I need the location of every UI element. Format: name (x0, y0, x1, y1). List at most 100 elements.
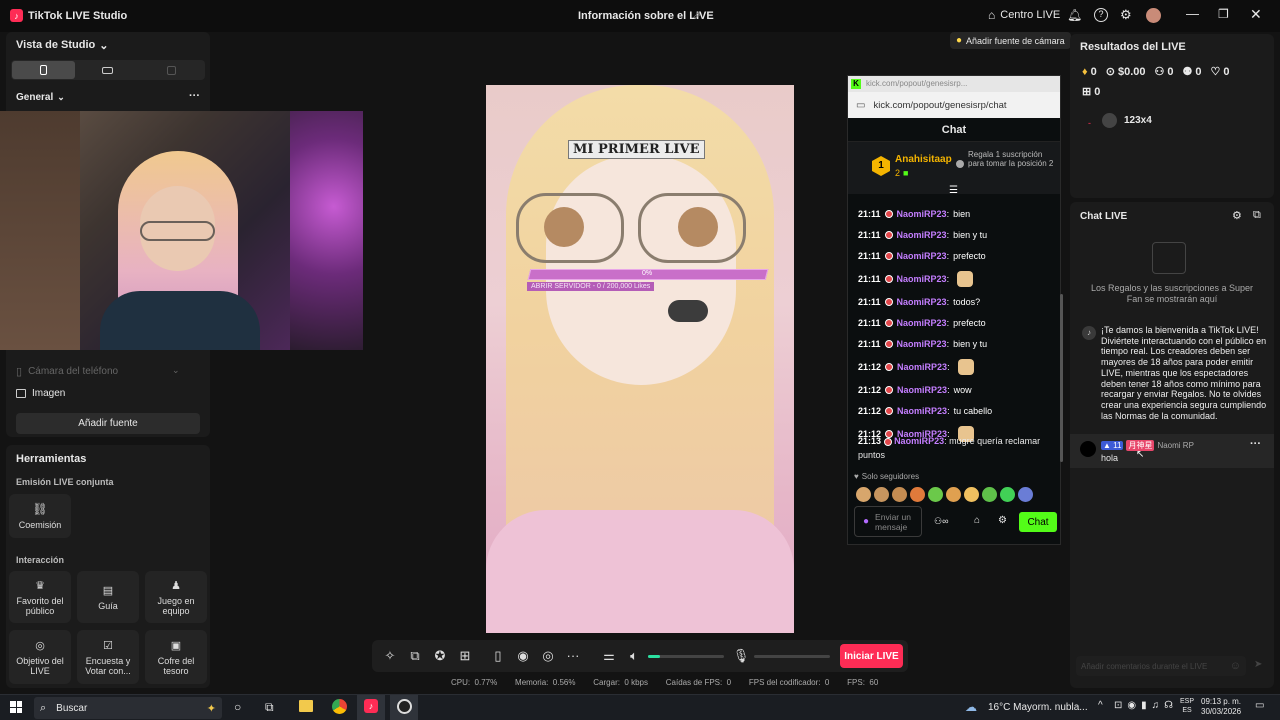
add-source-button[interactable]: Añadir fuente (16, 413, 200, 434)
tool-team-game[interactable]: ♟ Juego en equipo (145, 571, 207, 623)
studio-view-dropdown[interactable]: Vista de Studio ⌄ (16, 39, 108, 52)
tool-label: Cofre del tesoro (157, 655, 195, 676)
send-icon[interactable]: ➤ (1254, 659, 1262, 670)
tool-poll[interactable]: ☑ Encuesta y Votar con... (77, 630, 139, 684)
task-view-icon[interactable]: ⧉ (265, 700, 274, 715)
chat-user[interactable]: NaomiRP23 (897, 250, 947, 262)
camera-switch-icon[interactable]: ◎ (540, 648, 556, 664)
taskbar-search[interactable]: ⌕ Buscar ✦ (34, 697, 222, 719)
emote-icon[interactable] (1000, 487, 1015, 502)
chat-user[interactable]: NaomiRP23 (897, 296, 947, 308)
maximize-icon[interactable]: ❐ (1218, 7, 1229, 21)
weather-text[interactable]: 16°C Mayorm. nubla... (988, 702, 1088, 713)
phone-preview-icon[interactable]: ▯ (490, 648, 506, 664)
magic-wand-icon[interactable]: ✧ (382, 648, 398, 664)
chat-user[interactable]: NaomiRP23 (897, 384, 947, 396)
emote-icon[interactable] (946, 487, 961, 502)
collapse-lines-icon[interactable]: ☰ (949, 185, 958, 196)
store-icon[interactable]: ⌂ (974, 515, 980, 526)
source-image[interactable]: Imagen (16, 388, 65, 399)
more-icon[interactable]: ··· (565, 647, 581, 663)
settings-gear-icon[interactable]: ⚙ (1120, 7, 1132, 23)
emote-icon[interactable] (856, 487, 871, 502)
fan-icon: ♛ (35, 579, 45, 592)
source-phone-camera[interactable]: ▯ Cámara del teléfono (16, 365, 118, 378)
webcam-preview[interactable] (0, 111, 363, 350)
kick-message-input[interactable]: ● Enviar un mensaje (854, 506, 922, 537)
chat-user[interactable]: NaomiRP23 (897, 405, 947, 417)
comment-input[interactable]: Añadir comentarios durante el LIVE ☺ (1076, 656, 1246, 676)
microphone-icon[interactable]: 🎙︎ (733, 648, 750, 664)
emote-icon[interactable] (964, 487, 979, 502)
chat-user[interactable]: NaomiRP23 (897, 273, 947, 285)
emote-icon[interactable] (928, 487, 943, 502)
chrome-icon[interactable] (332, 699, 347, 714)
language-indicator[interactable]: ESP ES (1180, 697, 1194, 715)
mic-volume-slider[interactable] (754, 655, 830, 658)
chevron-up-icon[interactable]: ^ (1098, 700, 1103, 711)
chat-user[interactable]: NaomiRP23 (897, 361, 947, 373)
landscape-tab[interactable] (76, 61, 139, 79)
emote-icon[interactable] (874, 487, 889, 502)
chevron-down-icon[interactable]: ⌄ (172, 365, 180, 376)
audio-mixer-icon[interactable]: ⚌ (601, 648, 617, 664)
tool-live-goal[interactable]: ◎ Objetivo del LIVE (9, 630, 71, 684)
tool-treasure[interactable]: ▣ Cofre del tesoro (145, 630, 207, 684)
coemission-button[interactable]: ⛓ Coemisión (9, 494, 71, 538)
emoji-icon[interactable]: ☺ (1230, 660, 1241, 672)
centro-live-button[interactable]: ⌂ Centro LIVE (988, 8, 1060, 22)
top-user-name[interactable]: 123x4 (1124, 115, 1152, 126)
emote-icon[interactable] (892, 487, 907, 502)
tiktok-studio-taskbar-item[interactable]: ♪ (357, 695, 385, 720)
minimize-icon[interactable]: — (1186, 6, 1199, 21)
chat-user[interactable]: NaomiRP23 (897, 208, 947, 220)
pinned-user[interactable]: Anahisitaap (895, 154, 952, 165)
users-icon[interactable]: ⚇∞ (934, 516, 948, 527)
notifications-icon[interactable]: ▭ (1255, 700, 1264, 711)
chat-user[interactable]: NaomiRP23 (897, 229, 947, 241)
kick-scrollbar[interactable] (1060, 294, 1063, 462)
background-light (290, 111, 363, 350)
emote-icon[interactable] (1018, 487, 1033, 502)
chat-user[interactable]: NaomiRP23 (894, 436, 944, 446)
emote-icon[interactable] (982, 487, 997, 502)
emote-icon[interactable] (910, 487, 925, 502)
kick-chat-send-button[interactable]: Chat (1019, 512, 1057, 532)
file-explorer-icon[interactable] (299, 700, 313, 712)
tool-guide[interactable]: ▤ Guía (77, 571, 139, 623)
tray-icons[interactable]: ⊡◉▮♫☊ (1114, 700, 1178, 711)
chat-user[interactable]: NaomiRP23 (897, 338, 947, 350)
settings-icon[interactable]: ⚙ (998, 515, 1007, 526)
bell-icon[interactable]: 🔔︎ (1067, 8, 1082, 22)
start-live-button[interactable]: Iniciar LIVE (840, 644, 903, 668)
windows-start-icon[interactable] (10, 701, 22, 713)
chat-message-row[interactable]: ▲ 11 月神星 Naomi RP hola ··· ↖ (1070, 434, 1274, 468)
volume-slider[interactable] (648, 655, 724, 658)
speaker-icon[interactable]: 🔈︎ (626, 648, 642, 664)
sticker-icon[interactable]: ✪ (432, 648, 448, 664)
obs-taskbar-item[interactable] (390, 695, 418, 720)
dual-tab[interactable] (140, 61, 203, 79)
add-layer-icon[interactable]: ⊞ (457, 648, 473, 664)
avatar[interactable] (1146, 8, 1161, 23)
more-options-icon[interactable]: ··· (1250, 438, 1261, 450)
record-icon[interactable]: ◉ (515, 648, 531, 664)
effects-icon[interactable]: ⧉ (407, 648, 423, 664)
tool-fan-favorite[interactable]: ♛ Favorito del público (9, 571, 71, 623)
stream-canvas[interactable]: MI PRIMER LIVE 0% ABRIR SERVIDOR - 0 / 2… (486, 85, 794, 633)
general-section-header[interactable]: General ⌄ (16, 92, 65, 103)
add-camera-source-button[interactable]: ● Añadir fuente de cámara (950, 32, 1071, 49)
chat-username[interactable]: Naomi RP (1157, 441, 1193, 450)
help-icon[interactable]: ? (1094, 8, 1108, 22)
more-options-icon[interactable]: ··· (189, 90, 200, 102)
share-icon[interactable]: ⇗ (692, 9, 701, 22)
chat-user[interactable]: NaomiRP23 (897, 317, 947, 329)
cortana-icon[interactable]: ○ (234, 700, 241, 714)
portrait-tab[interactable] (12, 61, 75, 79)
close-icon[interactable]: ✕ (1250, 6, 1262, 23)
kick-address-bar[interactable]: ▭ kick.com/popout/genesisrp/chat (848, 92, 1060, 118)
settings-gear-icon[interactable]: ⚙ (1232, 209, 1242, 222)
clock[interactable]: 09:13 p. m. 30/03/2026 (1201, 697, 1241, 717)
popout-icon[interactable]: ⧉ (1253, 209, 1261, 222)
chat-text: hola (1101, 453, 1119, 463)
